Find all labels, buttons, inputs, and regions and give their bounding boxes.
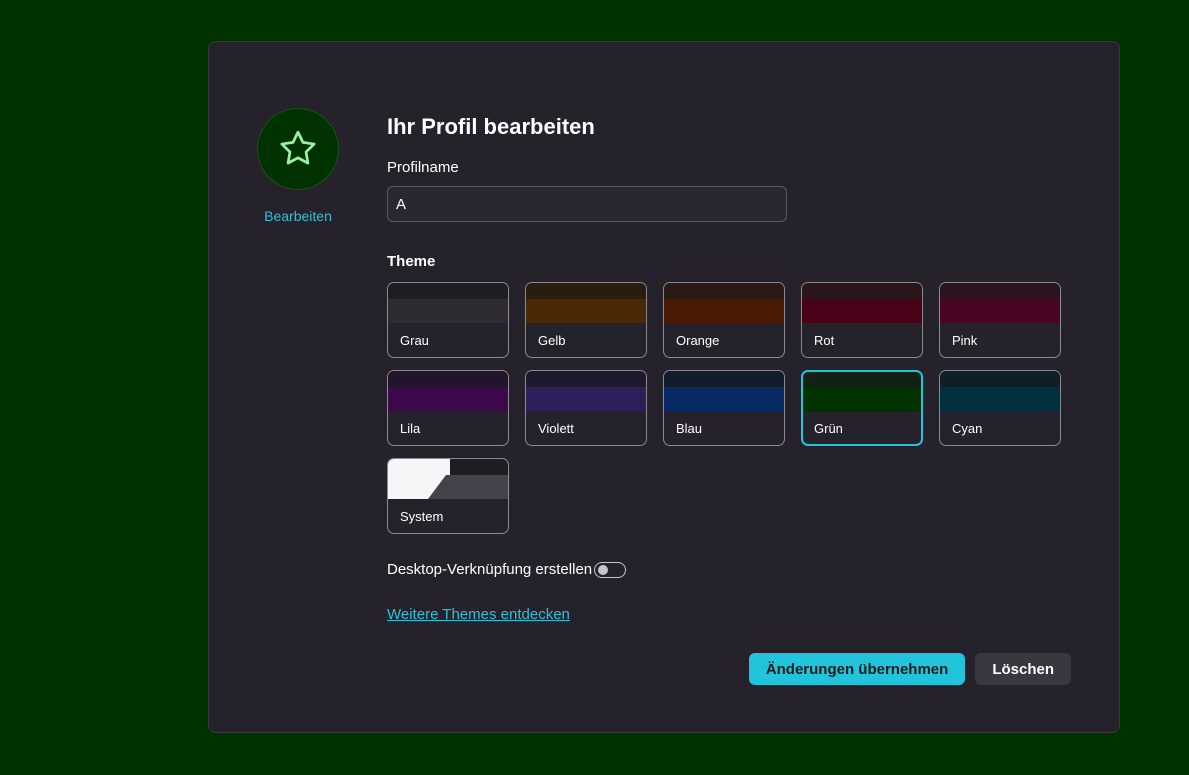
theme-name: Cyan	[952, 421, 983, 436]
theme-card-system[interactable]: System	[387, 458, 509, 534]
theme-name: Gelb	[538, 333, 566, 348]
theme-preview-accent	[940, 299, 1060, 323]
dialog-buttons: Änderungen übernehmen Löschen	[748, 653, 1071, 685]
theme-card-lila[interactable]: Lila	[387, 370, 509, 446]
theme-preview-accent	[803, 388, 921, 412]
theme-preview-accent	[388, 299, 508, 323]
theme-preview-accent	[664, 387, 784, 411]
desktop-shortcut-row: Desktop-Verknüpfung erstellen	[387, 560, 1067, 580]
theme-name: Pink	[952, 333, 978, 348]
theme-name: System	[400, 509, 444, 524]
more-themes-link[interactable]: Weitere Themes entdecken	[387, 606, 570, 623]
theme-preview-top	[664, 371, 784, 387]
theme-card-cyan[interactable]: Cyan	[939, 370, 1061, 446]
edit-avatar-link[interactable]: Bearbeiten	[264, 208, 332, 224]
system-theme-preview	[388, 459, 508, 499]
theme-name: Grau	[400, 333, 429, 348]
theme-preview-accent	[526, 387, 646, 411]
star-icon	[280, 130, 316, 165]
theme-preview-accent	[664, 299, 784, 323]
theme-preview-accent	[388, 387, 508, 411]
theme-card-blau[interactable]: Blau	[663, 370, 785, 446]
theme-name: Lila	[400, 421, 421, 436]
theme-name: Grün	[814, 421, 843, 436]
theme-name: Orange	[676, 333, 720, 348]
avatar-area: Bearbeiten	[257, 108, 339, 224]
edit-profile-dialog: Bearbeiten Ihr Profil bearbeiten Profiln…	[208, 41, 1120, 733]
toggle-knob	[598, 565, 609, 575]
theme-card-pink[interactable]: Pink	[939, 282, 1061, 358]
profile-name-label: Profilname	[387, 159, 459, 176]
desktop-shortcut-toggle[interactable]	[594, 562, 627, 578]
theme-card-orange[interactable]: Orange	[663, 282, 785, 358]
profile-name-input[interactable]	[387, 186, 787, 222]
theme-preview-top	[526, 283, 646, 299]
system-dark-mid	[428, 475, 508, 499]
theme-preview-top	[803, 372, 921, 388]
theme-preview-top	[940, 283, 1060, 299]
theme-card-gelb[interactable]: Gelb	[525, 282, 647, 358]
theme-section-label: Theme	[387, 253, 436, 270]
theme-preview-top	[664, 283, 784, 299]
theme-card-gr-n[interactable]: Grün	[801, 370, 923, 446]
theme-preview-top	[388, 371, 508, 387]
theme-card-rot[interactable]: Rot	[801, 282, 923, 358]
delete-button[interactable]: Löschen	[975, 653, 1071, 685]
desktop-shortcut-label: Desktop-Verknüpfung erstellen	[387, 561, 593, 578]
theme-grid: Grau Gelb Orange Rot Pink Lila Violett Blau Grün…	[387, 282, 1067, 534]
theme-preview-accent	[940, 387, 1060, 411]
profile-form: Ihr Profil bearbeiten Profilname Theme G…	[387, 112, 1067, 624]
theme-preview-accent	[802, 299, 922, 323]
theme-name: Blau	[676, 421, 703, 436]
page-title: Ihr Profil bearbeiten	[387, 114, 595, 139]
theme-preview-top	[526, 371, 646, 387]
theme-card-grau[interactable]: Grau	[387, 282, 509, 358]
theme-preview-top	[388, 283, 508, 299]
theme-preview-top	[802, 283, 922, 299]
theme-preview-accent	[526, 299, 646, 323]
avatar[interactable]	[257, 108, 339, 190]
apply-changes-button[interactable]: Änderungen übernehmen	[748, 653, 966, 685]
theme-name: Violett	[538, 421, 574, 436]
theme-card-violett[interactable]: Violett	[525, 370, 647, 446]
system-dark-top	[450, 459, 508, 475]
theme-name: Rot	[814, 333, 835, 348]
theme-preview-top	[940, 371, 1060, 387]
